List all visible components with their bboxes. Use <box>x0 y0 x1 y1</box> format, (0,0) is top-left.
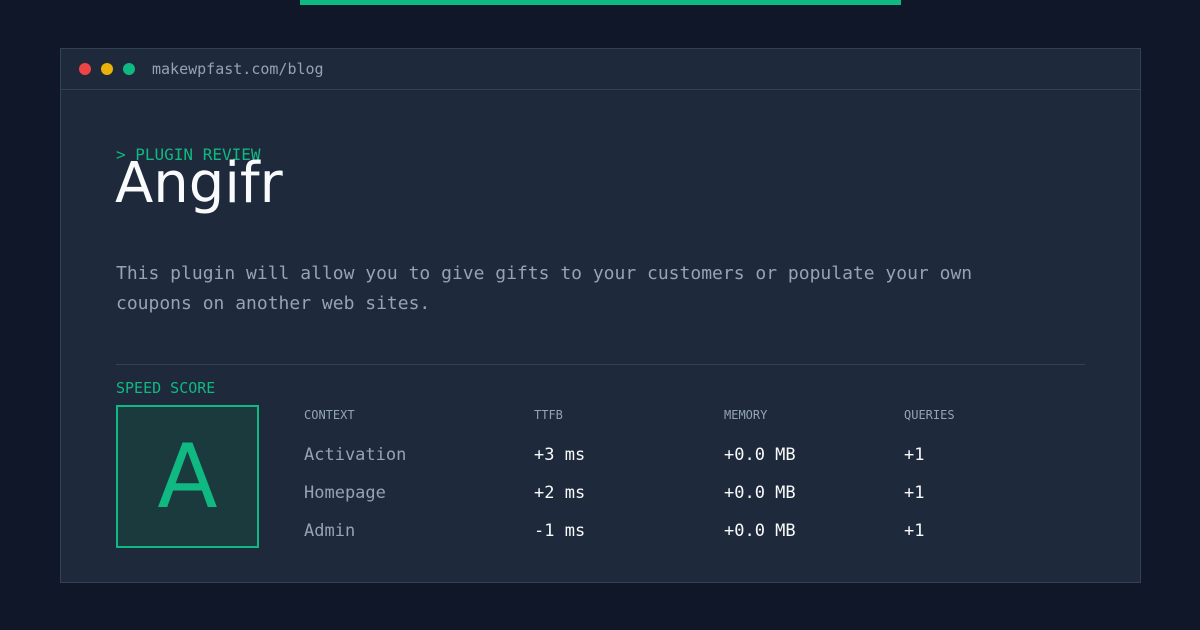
url-label: makewpfast.com/blog <box>152 60 324 78</box>
row-memory: +0.0 MB <box>724 521 796 541</box>
table-row: Activation +3 ms +0.0 MB +1 <box>304 441 1084 469</box>
speed-score-label: SPEED SCORE <box>116 379 216 397</box>
header-queries: QUERIES <box>904 408 955 422</box>
row-context: Homepage <box>304 483 386 503</box>
row-ttfb: +3 ms <box>534 445 586 465</box>
table-row: Admin -1 ms +0.0 MB +1 <box>304 517 1084 545</box>
row-memory: +0.0 MB <box>724 445 796 465</box>
close-dot-icon[interactable] <box>79 63 91 75</box>
browser-titlebar: makewpfast.com/blog <box>61 49 1140 90</box>
post-title: Angifr <box>115 151 283 216</box>
metrics-header-row: CONTEXT TTFB MEMORY QUERIES <box>304 405 1084 425</box>
row-ttfb: +2 ms <box>534 483 586 503</box>
row-ttfb: -1 ms <box>534 521 586 541</box>
row-queries: +1 <box>904 483 925 503</box>
speed-score-badge: A <box>116 405 259 548</box>
header-context: CONTEXT <box>304 408 355 422</box>
maximize-dot-icon[interactable] <box>123 63 135 75</box>
row-queries: +1 <box>904 521 925 541</box>
header-memory: MEMORY <box>724 408 768 422</box>
speed-score-grade: A <box>157 425 218 528</box>
browser-window: makewpfast.com/blog > PLUGIN REVIEW Angi… <box>60 48 1141 583</box>
row-queries: +1 <box>904 445 925 465</box>
row-context: Activation <box>304 445 407 465</box>
row-memory: +0.0 MB <box>724 483 796 503</box>
top-accent-bar <box>300 0 901 5</box>
row-context: Admin <box>304 521 356 541</box>
post-description: This plugin will allow you to give gifts… <box>116 263 973 314</box>
minimize-dot-icon[interactable] <box>101 63 113 75</box>
header-ttfb: TTFB <box>534 408 563 422</box>
table-row: Homepage +2 ms +0.0 MB +1 <box>304 479 1084 507</box>
section-divider <box>116 364 1085 365</box>
